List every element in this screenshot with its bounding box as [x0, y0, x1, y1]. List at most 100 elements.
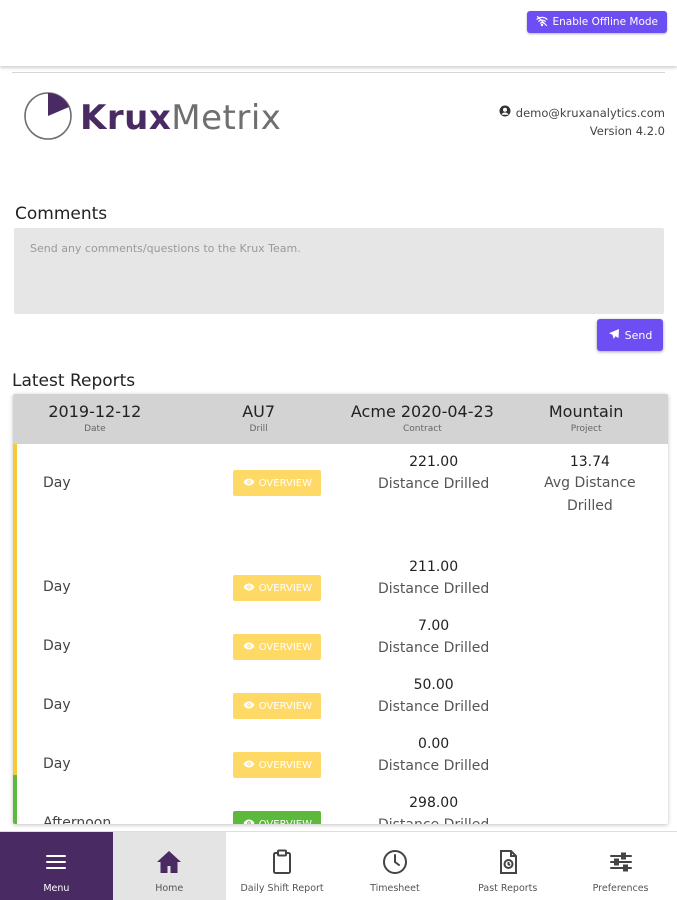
nav-daily-shift-report-label: Daily Shift Report — [240, 883, 324, 894]
avg-distance-metric: 13.74 Avg Distance Drilled — [512, 444, 668, 539]
nav-timesheet[interactable]: Timesheet — [338, 832, 451, 900]
overview-label: OVERVIEW — [258, 759, 312, 771]
account-info: demo@kruxanalytics.com Version 4.2.0 — [499, 104, 665, 140]
overview-cell: OVERVIEW — [199, 657, 355, 719]
overview-label: OVERVIEW — [258, 641, 312, 653]
eye-icon — [243, 758, 255, 773]
distance-metric: 211.00 Distance Drilled — [356, 539, 512, 598]
distance-metric: 298.00 Distance Drilled — [356, 775, 512, 824]
account-email-row: demo@kruxanalytics.com — [499, 104, 665, 122]
latest-reports-title: Latest Reports — [12, 371, 136, 391]
distance-metric: 50.00 Distance Drilled — [356, 657, 512, 716]
avg-distance-label-1: Avg Distance — [544, 475, 636, 491]
nav-past-reports-label: Past Reports — [478, 883, 538, 894]
wifi-off-icon — [535, 15, 548, 30]
report-row: Day OVERVIEW 221.00 Distance Drilled 13.… — [13, 444, 668, 539]
report-row: Day OVERVIEW 0.00 Distance Drilled — [13, 716, 668, 778]
nav-preferences[interactable]: Preferences — [564, 832, 677, 900]
overview-label: OVERVIEW — [258, 818, 312, 825]
shift-name: Day — [43, 638, 71, 654]
clipboard-icon — [268, 848, 296, 883]
divider — [12, 72, 665, 73]
eye-icon — [243, 817, 255, 824]
eye-icon — [243, 699, 255, 714]
empty-cell — [512, 716, 668, 775]
sliders-icon — [607, 848, 635, 883]
eye-icon — [243, 581, 255, 596]
overview-label: OVERVIEW — [258, 477, 312, 489]
empty-cell — [512, 598, 668, 657]
comments-input[interactable] — [14, 228, 664, 314]
distance-value: 0.00 — [418, 736, 450, 752]
app-version: Version 4.2.0 — [589, 124, 665, 138]
nav-menu-label: Menu — [43, 883, 70, 894]
nav-home[interactable]: Home — [112, 832, 226, 900]
file-history-icon — [494, 848, 522, 883]
nav-preferences-label: Preferences — [592, 883, 649, 894]
empty-cell — [512, 657, 668, 716]
distance-value: 221.00 — [409, 454, 459, 470]
distance-value: 50.00 — [413, 677, 454, 693]
shift-name: Day — [43, 697, 71, 713]
header-contract-label: Contract — [403, 424, 442, 434]
nav-menu[interactable]: Menu — [0, 832, 113, 900]
distance-metric: 0.00 Distance Drilled — [356, 716, 512, 775]
account-email: demo@kruxanalytics.com — [515, 106, 665, 120]
nav-past-reports[interactable]: Past Reports — [451, 832, 564, 900]
offline-mode-label: Enable Offline Mode — [552, 16, 659, 28]
overview-button[interactable]: OVERVIEW — [233, 470, 322, 496]
home-icon — [155, 848, 183, 883]
krux-metrix-logo: KruxMetrix — [22, 90, 281, 146]
header-project: Mountain Project — [504, 394, 668, 444]
header-project-label: Project — [570, 424, 602, 434]
distance-metric: 221.00 Distance Drilled — [356, 444, 512, 539]
header-project-value: Mountain — [548, 402, 624, 421]
eye-icon — [243, 476, 255, 491]
bottom-navigation: Menu Home Daily Shift Report Timesheet P… — [0, 831, 677, 900]
header-drill-value: AU7 — [242, 402, 276, 421]
header-contract-value: Acme 2020-04-23 — [350, 402, 494, 421]
eye-icon — [243, 640, 255, 655]
distance-metric: 7.00 Distance Drilled — [356, 598, 512, 657]
empty-cell — [512, 775, 668, 824]
overview-cell: OVERVIEW — [199, 444, 355, 539]
report-row: Day OVERVIEW 50.00 Distance Drilled — [13, 657, 668, 719]
hamburger-icon — [42, 848, 70, 883]
distance-value: 298.00 — [409, 795, 459, 811]
comments-title: Comments — [15, 204, 108, 224]
overview-cell: OVERVIEW — [199, 539, 355, 601]
distance-value: 7.00 — [418, 618, 450, 634]
nav-home-label: Home — [155, 883, 184, 894]
overview-label: OVERVIEW — [258, 582, 312, 594]
overview-button[interactable]: OVERVIEW — [233, 811, 322, 825]
header-date: 2019-12-12 Date — [13, 394, 177, 444]
logo-krux-text: Krux — [80, 98, 172, 138]
overview-cell: OVERVIEW — [199, 716, 355, 778]
nav-timesheet-label: Timesheet — [370, 883, 420, 894]
send-label: Send — [624, 328, 653, 342]
shift-name: Afternoon — [43, 815, 112, 824]
report-row: Day OVERVIEW 211.00 Distance Drilled — [13, 539, 668, 601]
send-button[interactable]: Send — [597, 319, 663, 351]
logo-mark-icon — [22, 90, 74, 146]
avg-distance-label-2: Drilled — [567, 498, 613, 514]
header-drill: AU7 Drill — [177, 394, 341, 444]
header-contract: Acme 2020-04-23 Contract — [341, 394, 505, 444]
clock-icon — [381, 848, 409, 883]
nav-daily-shift-report[interactable]: Daily Shift Report — [226, 832, 339, 900]
distance-label: Distance Drilled — [377, 476, 490, 492]
overview-cell: OVERVIEW — [199, 775, 355, 824]
overview-label: OVERVIEW — [258, 700, 312, 712]
report-row: Day OVERVIEW 7.00 Distance Drilled — [13, 598, 668, 660]
empty-cell — [512, 539, 668, 598]
latest-reports-card: 2019-12-12 Date AU7 Drill Acme 2020-04-2… — [13, 394, 668, 824]
logo-wordmark: KruxMetrix — [80, 101, 281, 135]
enable-offline-mode-button[interactable]: Enable Offline Mode — [526, 11, 667, 33]
report-row: Afternoon OVERVIEW 298.00 Distance Drill… — [13, 775, 668, 824]
overview-cell: OVERVIEW — [199, 598, 355, 660]
distance-value: 211.00 — [409, 559, 459, 575]
shift-name: Day — [43, 579, 71, 595]
logo-metrix-text: Metrix — [171, 98, 282, 138]
paper-plane-icon — [608, 328, 620, 343]
report-header: 2019-12-12 Date AU7 Drill Acme 2020-04-2… — [13, 394, 668, 444]
